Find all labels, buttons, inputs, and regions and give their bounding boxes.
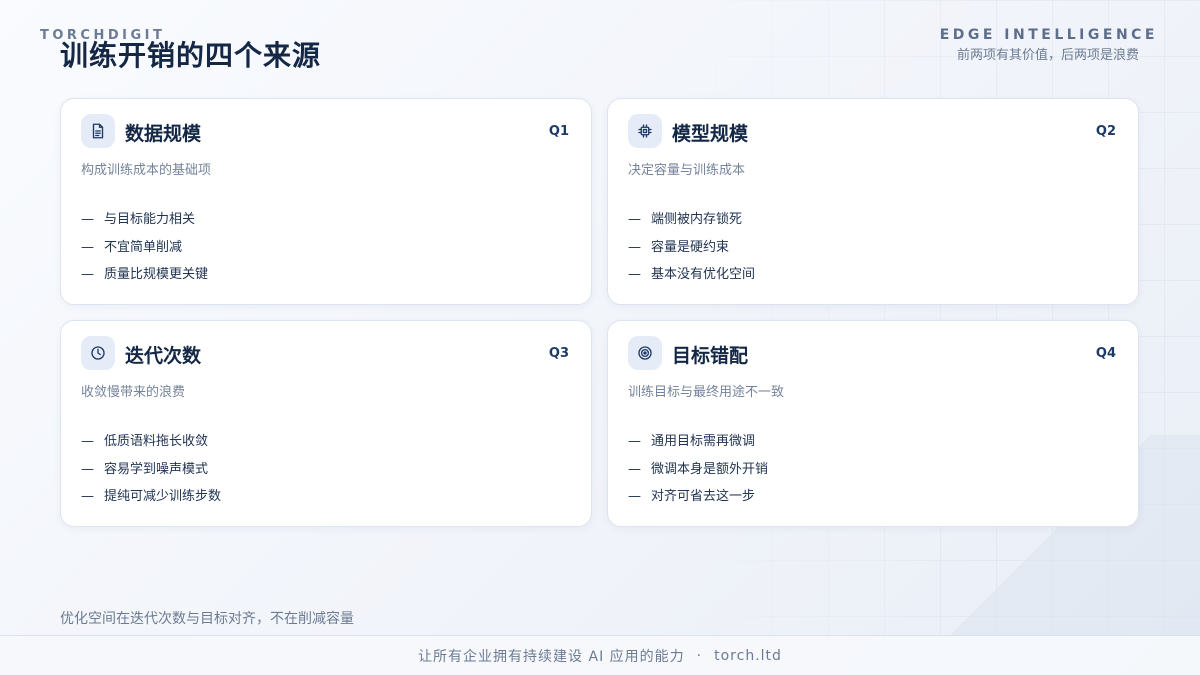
dash-marker: — — [628, 267, 641, 282]
dash-marker: — — [628, 434, 641, 449]
card-title: 目标错配 — [672, 345, 749, 367]
list-item: — 基本没有优化空间 — [628, 267, 755, 295]
card-list: — 与目标能力相关 — 不宜简单削减 — 质量比规模更关键 — [81, 212, 208, 295]
list-item-text: 微调本身是额外开销 — [651, 461, 769, 477]
footer-site-link[interactable]: torch.ltd — [714, 648, 782, 664]
dash-marker: — — [81, 267, 94, 282]
background-grid — [660, 0, 1200, 635]
list-item-text: 提纯可减少训练步数 — [104, 489, 222, 504]
card-tag: Q2 — [1095, 124, 1116, 139]
chip-icon — [628, 114, 662, 148]
dash-marker: — — [628, 489, 641, 504]
list-item: — 微调本身是额外开销 — [628, 462, 768, 490]
page-title: 训练开销的四个来源 — [60, 39, 322, 72]
list-item: — 不宜简单削减 — [81, 240, 208, 268]
edge-intelligence-label: EDGE INTELLIGENCE — [939, 27, 1158, 43]
list-item-text: 质量比规模更关键 — [104, 267, 209, 282]
list-item: — 低质语料拖长收敛 — [81, 434, 221, 462]
card-subtitle: 收敛慢带来的浪费 — [81, 385, 186, 400]
dash-marker: — — [628, 461, 641, 477]
dash-marker: — — [628, 212, 641, 227]
edge-subtitle: 前两项有其价值，后两项是浪费 — [956, 48, 1139, 63]
target-icon — [628, 336, 662, 370]
list-item: — 质量比规模更关键 — [81, 267, 208, 295]
list-item: — 容量是硬约束 — [628, 240, 755, 268]
list-item-text: 与目标能力相关 — [104, 212, 196, 227]
list-item: — 对齐可省去这一步 — [628, 489, 768, 517]
list-item-text: 容量是硬约束 — [651, 239, 730, 255]
list-item-text: 容易学到噪声模式 — [104, 461, 209, 477]
list-item: — 提纯可减少训练步数 — [81, 489, 221, 517]
list-item: — 与目标能力相关 — [81, 212, 208, 240]
card-subtitle: 训练目标与最终用途不一致 — [628, 385, 785, 400]
card-title: 迭代次数 — [125, 345, 202, 367]
list-item-text: 通用目标需再微调 — [651, 434, 756, 449]
list-item-text: 端侧被内存锁死 — [651, 212, 743, 227]
list-item: — 容易学到噪声模式 — [81, 462, 221, 490]
card-iterations: 迭代次数 Q3 收敛慢带来的浪费 — 低质语料拖长收敛 — 容易学到噪声模式 — 提纯… — [60, 320, 592, 527]
list-item: — 通用目标需再微调 — [628, 434, 768, 462]
dash-marker: — — [81, 434, 94, 449]
card-list: — 低质语料拖长收敛 — 容易学到噪声模式 — 提纯可减少训练步数 — [81, 434, 221, 517]
card-tag: Q1 — [548, 124, 569, 139]
dash-marker: — — [81, 461, 94, 477]
list-item: — 端侧被内存锁死 — [628, 212, 755, 240]
dash-marker: — — [81, 212, 94, 227]
card-data-scale: 数据规模 Q1 构成训练成本的基础项 — 与目标能力相关 — 不宜简单削减 — 质量比… — [60, 98, 592, 305]
card-title: 数据规模 — [125, 123, 202, 145]
footer-separator: · — [696, 647, 703, 664]
card-tag: Q3 — [548, 346, 569, 361]
card-list: — 端侧被内存锁死 — 容量是硬约束 — 基本没有优化空间 — [628, 212, 755, 295]
dash-marker: — — [628, 239, 641, 255]
dash-marker: — — [81, 239, 94, 255]
card-list: — 通用目标需再微调 — 微调本身是额外开销 — 对齐可省去这一步 — [628, 434, 768, 517]
document-icon — [81, 114, 115, 148]
list-item-text: 对齐可省去这一步 — [651, 489, 756, 504]
card-tag: Q4 — [1095, 346, 1116, 361]
card-title: 模型规模 — [672, 123, 749, 145]
list-item-text: 基本没有优化空间 — [651, 267, 756, 282]
card-subtitle: 决定容量与训练成本 — [628, 163, 746, 178]
clock-icon — [81, 336, 115, 370]
footer-slogan: 让所有企业拥有持续建设 AI 应用的能力 — [418, 648, 685, 665]
list-item-text: 低质语料拖长收敛 — [104, 434, 209, 449]
footer-bar: 让所有企业拥有持续建设 AI 应用的能力 · torch.ltd — [0, 635, 1200, 675]
list-item-text: 不宜简单削减 — [104, 239, 183, 255]
card-subtitle: 构成训练成本的基础项 — [81, 163, 212, 178]
dash-marker: — — [81, 489, 94, 504]
card-model-scale: 模型规模 Q2 决定容量与训练成本 — 端侧被内存锁死 — 容量是硬约束 — 基本没有… — [607, 98, 1139, 305]
card-goal-mismatch: 目标错配 Q4 训练目标与最终用途不一致 — 通用目标需再微调 — 微调本身是额外开… — [607, 320, 1139, 527]
footnote: 优化空间在迭代次数与目标对齐，不在削减容量 — [60, 611, 354, 627]
